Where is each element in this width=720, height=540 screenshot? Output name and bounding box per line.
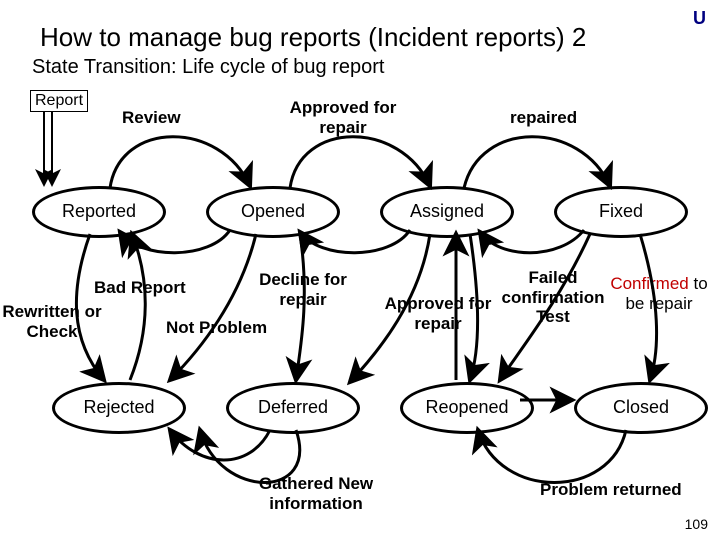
label-approved-top: Approved forrepair — [278, 98, 408, 137]
page-title: How to manage bug reports (Incident repo… — [40, 22, 586, 53]
state-deferred: Deferred — [226, 382, 360, 434]
report-box: Report — [30, 90, 88, 112]
label-approved-mid: Approved forrepair — [378, 294, 498, 333]
state-reopened: Reopened — [400, 382, 534, 434]
label-repaired: repaired — [510, 108, 577, 128]
label-review: Review — [122, 108, 181, 128]
corner-letter: U — [693, 8, 706, 29]
slide-number: 109 — [685, 516, 708, 532]
label-gathered: Gathered Newinformation — [246, 474, 386, 513]
label-problem-returned: Problem returned — [540, 480, 682, 500]
label-rewritten: Rewritten orCheck — [2, 302, 102, 341]
page-subtitle: State Transition: Life cycle of bug repo… — [32, 56, 384, 79]
state-fixed: Fixed — [554, 186, 688, 238]
label-failed-test: FailedconfirmationTest — [498, 268, 608, 327]
arrows-layer — [0, 0, 720, 540]
state-closed: Closed — [574, 382, 708, 434]
label-not-problem: Not Problem — [166, 318, 267, 338]
label-decline: Decline forrepair — [248, 270, 358, 309]
state-rejected: Rejected — [52, 382, 186, 434]
label-confirmed: Confirmed tobe repair — [604, 274, 714, 313]
state-opened: Opened — [206, 186, 340, 238]
state-assigned: Assigned — [380, 186, 514, 238]
label-bad-report: Bad Report — [94, 278, 186, 298]
state-reported: Reported — [32, 186, 166, 238]
label-confirmed-red: Confirmed — [610, 274, 688, 293]
